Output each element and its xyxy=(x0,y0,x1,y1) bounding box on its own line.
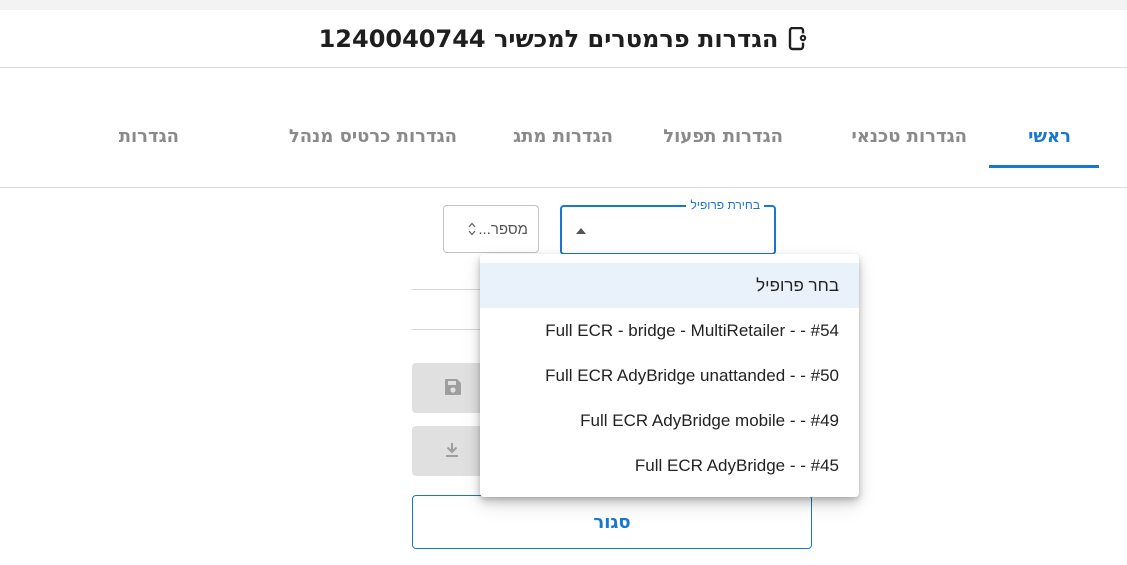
number-input-label: מספר... xyxy=(478,220,528,238)
tab-switch-settings[interactable]: הגדרות מתג xyxy=(513,126,613,168)
tab-bar: ראשי הגדרות טכנאי הגדרות תפעול הגדרות מת… xyxy=(0,68,1127,188)
save-icon xyxy=(445,379,461,395)
tab-manager-card-settings[interactable]: הגדרות כרטיס מנהל xyxy=(289,126,457,168)
profile-option-50[interactable]: Full ECR AdyBridge unattanded - - #50 xyxy=(480,353,859,398)
dialog-header: הגדרות פרמטרים למכשיר 1240040744 xyxy=(0,10,1127,68)
caret-up-icon xyxy=(576,228,586,234)
tab-settings[interactable]: הגדרות xyxy=(119,126,179,168)
profile-option-49[interactable]: Full ECR AdyBridge mobile - - #49 xyxy=(480,398,859,443)
profile-select-label: בחירת פרופיל xyxy=(686,198,764,212)
profile-option-choose[interactable]: בחר פרופיל xyxy=(480,263,859,308)
active-tab-indicator xyxy=(989,165,1099,168)
spinner-arrows-icon[interactable] xyxy=(467,221,477,237)
parameters-dialog: הגדרות פרמטרים למכשיר 1240040744 ראשי הג… xyxy=(0,10,1127,565)
number-input[interactable]: מספר... xyxy=(443,205,539,253)
device-settings-icon xyxy=(789,26,809,50)
profile-select[interactable]: בחירת פרופיל xyxy=(560,198,776,255)
tab-operation-settings[interactable]: הגדרות תפעול xyxy=(663,126,783,168)
download-icon xyxy=(446,443,458,457)
profile-option-54[interactable]: Full ECR - bridge - MultiRetailer - - #5… xyxy=(480,308,859,353)
profile-dropdown-menu: בחר פרופיל Full ECR - bridge - MultiReta… xyxy=(480,254,859,497)
tab-technician-settings[interactable]: הגדרות טכנאי xyxy=(851,126,967,168)
profile-option-45[interactable]: Full ECR AdyBridge - - #45 xyxy=(480,443,859,488)
dialog-title: הגדרות פרמטרים למכשיר 1240040744 xyxy=(318,24,779,53)
close-button[interactable]: סגור xyxy=(412,495,812,549)
tab-main[interactable]: ראשי xyxy=(1028,126,1071,168)
